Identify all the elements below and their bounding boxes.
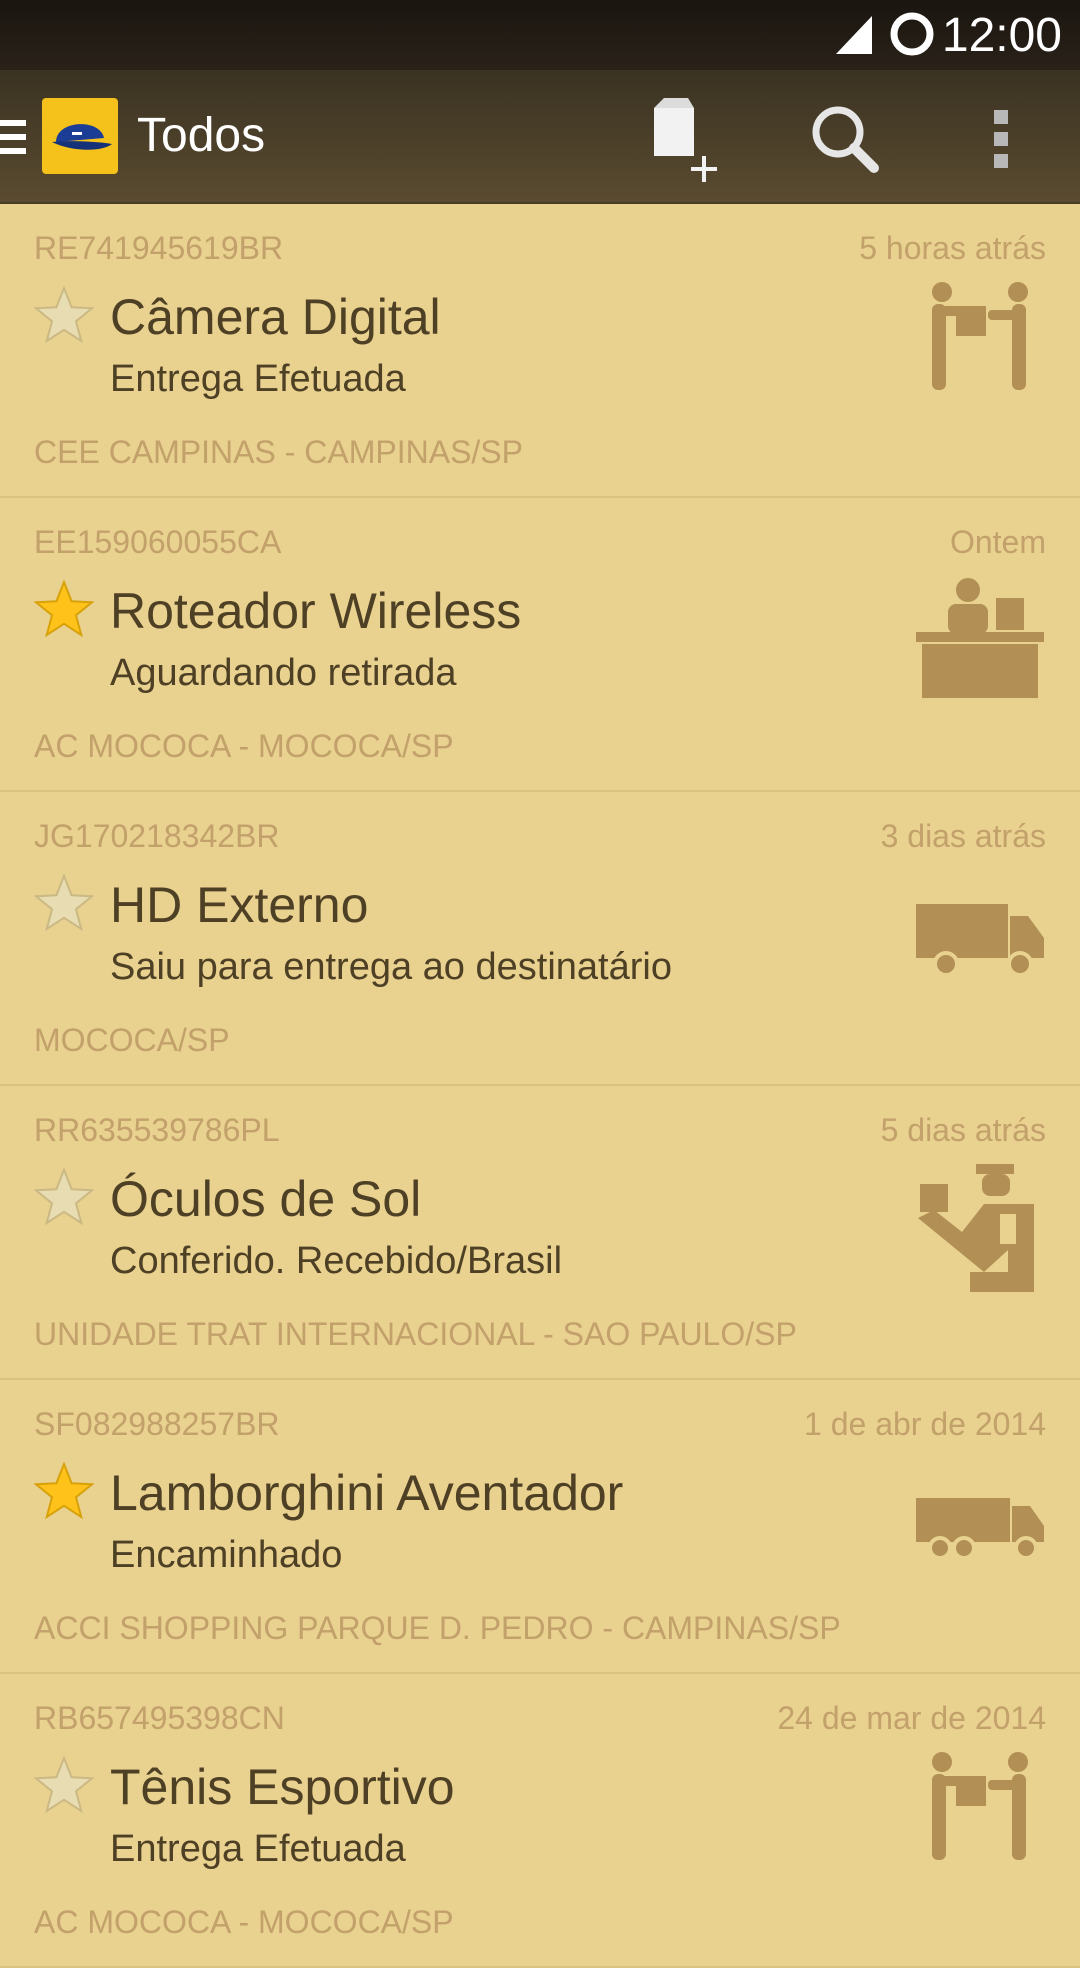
list-item[interactable]: SF082988257BR 1 de abr de 2014 Lamborghini… bbox=[0, 1380, 1080, 1674]
signal-icon bbox=[836, 16, 872, 54]
star-filled-icon[interactable] bbox=[33, 579, 95, 640]
star-outline-icon[interactable] bbox=[33, 1167, 95, 1228]
customs-icon bbox=[914, 1162, 1046, 1294]
drawer-icon[interactable] bbox=[0, 116, 30, 158]
counter-pickup-icon bbox=[914, 574, 1046, 706]
tracking-code: EE159060055CA bbox=[34, 524, 282, 560]
tracking-code: RB657495398CN bbox=[34, 1700, 285, 1736]
update-time: 1 de abr de 2014 bbox=[804, 1406, 1046, 1442]
search-icon[interactable] bbox=[804, 98, 888, 182]
list-item[interactable]: RE741945619BR 5 horas atrás Câmera Digital… bbox=[0, 204, 1080, 498]
star-outline-icon[interactable] bbox=[33, 873, 95, 934]
truck-icon bbox=[914, 1456, 1046, 1588]
star-filled-icon[interactable] bbox=[33, 1461, 95, 1522]
update-time: 24 de mar de 2014 bbox=[777, 1700, 1046, 1736]
package-status: Encaminhado bbox=[110, 1534, 343, 1576]
package-location: AC MOCOCA - MOCOCA/SP bbox=[34, 1904, 454, 1940]
list-item[interactable]: RB657495398CN 24 de mar de 2014 Tênis Espo… bbox=[0, 1674, 1080, 1968]
package-status: Conferido. Recebido/Brasil bbox=[110, 1240, 563, 1282]
package-location: ACCI SHOPPING PARQUE D. PEDRO - CAMPINAS… bbox=[34, 1610, 841, 1646]
package-name: Roteador Wireless bbox=[110, 583, 522, 639]
package-status: Entrega Efetuada bbox=[110, 358, 406, 400]
list-item[interactable]: JG170218342BR 3 dias atrás HD Externo Saiu … bbox=[0, 792, 1080, 1086]
package-location: CEE CAMPINAS - CAMPINAS/SP bbox=[34, 434, 523, 470]
update-time: 5 dias atrás bbox=[880, 1112, 1046, 1148]
tracking-code: RE741945619BR bbox=[34, 230, 284, 266]
delivered-icon bbox=[914, 280, 1046, 412]
update-time: Ontem bbox=[949, 524, 1046, 560]
status-bar: 12:00 bbox=[0, 0, 1080, 70]
package-location: AC MOCOCA - MOCOCA/SP bbox=[34, 728, 454, 764]
delivered-icon bbox=[914, 1750, 1046, 1882]
update-time: 3 dias atrás bbox=[880, 818, 1046, 854]
tracking-code: JG170218342BR bbox=[34, 818, 280, 854]
package-list: RE741945619BR 5 horas atrás Câmera Digital… bbox=[0, 204, 1080, 1968]
list-item[interactable]: EE159060055CA Ontem Roteador Wireless Aguar… bbox=[0, 498, 1080, 792]
package-location: UNIDADE TRAT INTERNACIONAL - SAO PAULO/S… bbox=[34, 1316, 797, 1352]
star-outline-icon[interactable] bbox=[33, 1755, 95, 1816]
package-location: MOCOCA/SP bbox=[34, 1022, 230, 1058]
update-time: 5 horas atrás bbox=[859, 230, 1046, 266]
package-status: Aguardando retirada bbox=[110, 652, 457, 694]
page-title: Todos bbox=[137, 109, 266, 162]
tracking-code: SF082988257BR bbox=[34, 1406, 280, 1442]
action-bar: Todos bbox=[0, 70, 1080, 204]
app-logo[interactable] bbox=[42, 98, 118, 174]
package-name: Lamborghini Aventador bbox=[110, 1465, 624, 1521]
package-status: Entrega Efetuada bbox=[110, 1828, 406, 1870]
status-time: 12:00 bbox=[941, 9, 1062, 62]
package-name: Tênis Esportivo bbox=[110, 1759, 455, 1815]
package-name: Óculos de Sol bbox=[110, 1171, 422, 1227]
van-icon bbox=[914, 868, 1046, 1000]
overflow-menu-icon[interactable] bbox=[988, 98, 1016, 182]
package-name: HD Externo bbox=[110, 877, 369, 933]
star-outline-icon[interactable] bbox=[33, 285, 95, 346]
package-name: Câmera Digital bbox=[110, 289, 441, 345]
notification-circle-icon bbox=[890, 12, 934, 56]
list-item[interactable]: RR635539786PL 5 dias atrás Óculos de Sol Co… bbox=[0, 1086, 1080, 1380]
add-package-icon[interactable] bbox=[648, 98, 732, 182]
tracking-code: RR635539786PL bbox=[34, 1112, 280, 1148]
package-status: Saiu para entrega ao destinatário bbox=[110, 946, 672, 988]
